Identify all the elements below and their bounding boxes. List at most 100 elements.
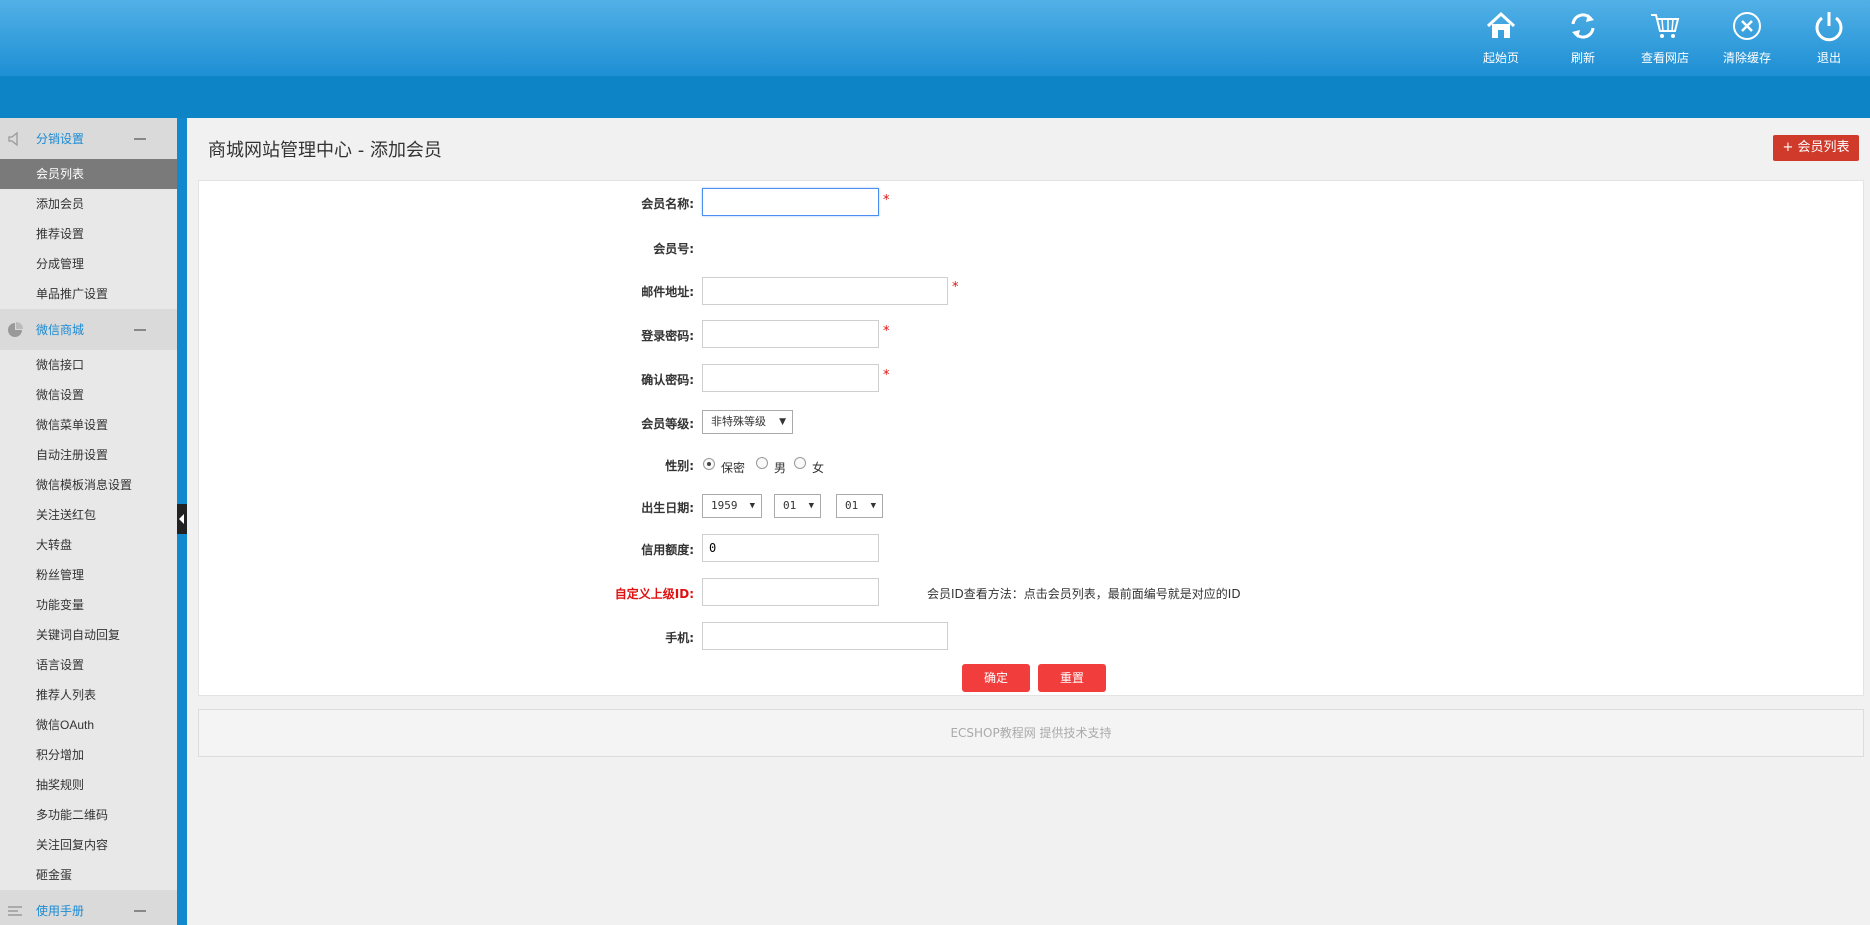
sidebar-item-language[interactable]: 语言设置: [0, 650, 177, 680]
sidebar-group-title: 微信商城: [36, 323, 85, 337]
required-mark: *: [883, 368, 890, 383]
sidebar-item-follow-reply[interactable]: 关注回复内容: [0, 830, 177, 860]
sidebar-item-referrers[interactable]: 推荐人列表: [0, 680, 177, 710]
main-content: 商城网站管理中心 - 添加会员 + 会员列表 会员名称: * 会员号: 邮件地址…: [187, 118, 1870, 925]
top-nav: 起始页 刷新 查看网店 清除缓存 退出: [1460, 0, 1870, 76]
sidebar-item-wechat-api[interactable]: 微信接口: [0, 350, 177, 380]
refresh-icon: [1571, 13, 1595, 39]
username-label: 会员名称:: [641, 197, 694, 211]
sidebar-item-referral-settings[interactable]: 推荐设置: [0, 219, 177, 249]
mobile-input[interactable]: [702, 622, 948, 650]
sidebar-item-product-promo[interactable]: 单品推广设置: [0, 279, 177, 309]
footer: ECSHOP教程网 提供技术支持: [198, 709, 1864, 757]
collapse-minus-icon[interactable]: [134, 910, 146, 912]
plus-icon: +: [1782, 140, 1794, 155]
sidebar-group-title: 分销设置: [36, 132, 85, 146]
credit-label: 信用额度:: [641, 543, 694, 557]
collapse-minus-icon[interactable]: [134, 138, 146, 140]
birth-month-select[interactable]: 01 ▼: [774, 494, 821, 518]
email-label: 邮件地址:: [641, 285, 694, 299]
logout-label: 退出: [1816, 51, 1841, 65]
required-mark: *: [952, 280, 959, 295]
gender-male-label: 男: [774, 461, 787, 475]
password-input[interactable]: [702, 320, 879, 348]
parent-id-input[interactable]: [702, 578, 879, 606]
birthday-label: 出生日期:: [641, 501, 694, 515]
sidebar-item-add-member[interactable]: 添加会员: [0, 189, 177, 219]
credit-input[interactable]: [702, 534, 879, 562]
gender-label: 性别:: [665, 459, 694, 473]
reset-button[interactable]: 重置: [1038, 664, 1106, 692]
parent-id-hint: 会员ID查看方法：点击会员列表，最前面编号就是对应的ID: [927, 587, 1241, 601]
list-icon: [8, 906, 22, 916]
gender-female-label: 女: [812, 461, 825, 475]
gender-secret-label: 保密: [721, 461, 746, 475]
birth-year-select[interactable]: 1959 ▼: [702, 494, 762, 518]
cart-icon: [1651, 14, 1680, 38]
sidebar-item-member-list[interactable]: 会员列表: [0, 159, 177, 189]
parent-id-label: 自定义上级ID:: [614, 587, 694, 601]
birth-year-value: 1959: [711, 499, 738, 512]
clear-cache-button[interactable]: 清除缓存: [1706, 0, 1788, 76]
home-label: 起始页: [1482, 51, 1519, 65]
password-label: 登录密码:: [641, 329, 694, 343]
gender-radio-male[interactable]: [756, 457, 768, 469]
sidebar-item-wechat-settings[interactable]: 微信设置: [0, 380, 177, 410]
sidebar-item-commission[interactable]: 分成管理: [0, 249, 177, 279]
rank-label: 会员等级:: [641, 417, 694, 431]
sidebar-item-oauth[interactable]: 微信OAuth: [0, 710, 177, 740]
dropdown-arrow-icon: ▼: [749, 501, 755, 511]
view-shop-button[interactable]: 查看网店: [1624, 0, 1706, 76]
add-member-form: 会员名称: * 会员号: 邮件地址: * 登录密码: * 确认密码: * 会员等…: [198, 180, 1864, 696]
page-title: 商城网站管理中心 - 添加会员: [208, 140, 442, 161]
top-header: 起始页 刷新 查看网店 清除缓存 退出: [0, 0, 1870, 76]
clear-cache-label: 清除缓存: [1722, 51, 1771, 65]
power-icon: [1815, 12, 1843, 42]
close-circle-icon: [1733, 12, 1761, 40]
refresh-label: 刷新: [1570, 51, 1595, 65]
sub-header-bar: [0, 76, 1870, 118]
sidebar-item-points[interactable]: 积分增加: [0, 740, 177, 770]
member-list-button[interactable]: + 会员列表: [1773, 135, 1859, 161]
email-input[interactable]: [702, 277, 948, 305]
required-mark: *: [883, 324, 890, 339]
sidebar-group-distribution[interactable]: 分销设置: [0, 118, 177, 159]
mobile-label: 手机:: [665, 631, 694, 645]
sidebar-item-wheel[interactable]: 大转盘: [0, 530, 177, 560]
sidebar-item-red-packet[interactable]: 关注送红包: [0, 500, 177, 530]
sidebar-item-qrcode[interactable]: 多功能二维码: [0, 800, 177, 830]
sidebar-toggle-icon[interactable]: [177, 504, 187, 534]
dropdown-arrow-icon: ▼: [808, 501, 814, 511]
member-list-label: 会员列表: [1797, 140, 1850, 155]
home-button[interactable]: 起始页: [1460, 0, 1542, 76]
logout-button[interactable]: 退出: [1788, 0, 1870, 76]
gender-radio-secret[interactable]: [703, 458, 715, 470]
confirm-password-input[interactable]: [702, 364, 879, 392]
birth-month-value: 01: [783, 499, 797, 512]
member-no-label: 会员号:: [653, 242, 694, 256]
required-mark: *: [883, 193, 890, 208]
sidebar-group-wechat[interactable]: 微信商城: [0, 309, 177, 350]
birth-day-value: 01: [845, 499, 859, 512]
rank-select-value: 非特殊等级: [711, 415, 766, 428]
dropdown-arrow-icon: ▼: [779, 417, 786, 427]
sidebar-item-auto-register[interactable]: 自动注册设置: [0, 440, 177, 470]
sidebar-item-template-message[interactable]: 微信模板消息设置: [0, 470, 177, 500]
sidebar-item-keyword-reply[interactable]: 关键词自动回复: [0, 620, 177, 650]
sidebar-item-lottery-rules[interactable]: 抽奖规则: [0, 770, 177, 800]
sidebar-item-fans[interactable]: 粉丝管理: [0, 560, 177, 590]
gender-radio-female[interactable]: [794, 457, 806, 469]
view-shop-label: 查看网店: [1640, 51, 1689, 65]
sidebar-item-wechat-menu[interactable]: 微信菜单设置: [0, 410, 177, 440]
rank-select[interactable]: 非特殊等级 ▼: [702, 410, 793, 434]
birth-day-select[interactable]: 01 ▼: [836, 494, 883, 518]
confirm-password-label: 确认密码:: [641, 373, 694, 387]
sidebar-group-manual[interactable]: 使用手册: [0, 890, 177, 925]
submit-button[interactable]: 确定: [962, 664, 1030, 692]
sidebar-item-golden-egg[interactable]: 砸金蛋: [0, 860, 177, 890]
sidebar-item-variables[interactable]: 功能变量: [0, 590, 177, 620]
collapse-minus-icon[interactable]: [134, 329, 146, 331]
refresh-button[interactable]: 刷新: [1542, 0, 1624, 76]
dropdown-arrow-icon: ▼: [870, 501, 876, 511]
username-input[interactable]: [702, 188, 879, 216]
